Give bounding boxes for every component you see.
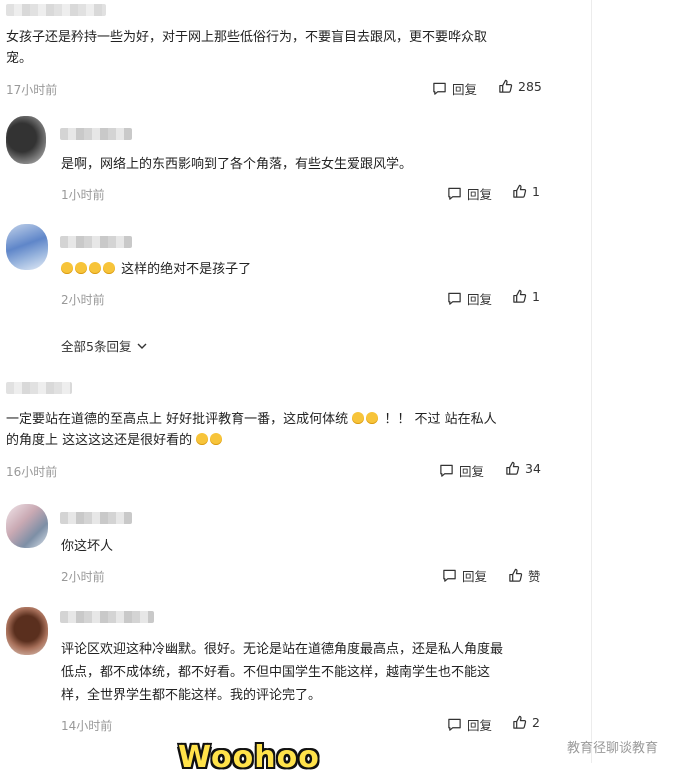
reply-label: 回复: [452, 82, 478, 97]
username-blurred: [60, 128, 132, 140]
emoji-icon: [352, 412, 365, 424]
reply-button[interactable]: 回复: [442, 566, 487, 585]
reply-label: 回复: [467, 718, 493, 733]
thumbs-up-icon: [513, 715, 527, 729]
comment-time: 17小时前: [6, 83, 58, 97]
emoji-icon: [210, 433, 223, 445]
comment-time: 2小时前: [61, 293, 105, 307]
reply-label: 回复: [467, 292, 493, 307]
comment-text-line: 评论区欢迎这种冷幽默。很好。无论是站在道德角度最高点，还是私人角度最: [61, 642, 504, 657]
comment-text-line: 一定要站在道德的至高点上 好好批评教育一番，这成何体统 ！！ 不过 站在私人: [6, 409, 497, 430]
comment-text: 这样的绝对不是孩子了: [121, 262, 252, 277]
avatar[interactable]: [6, 224, 48, 270]
comment-text-line: 是啊，网络上的东西影响到了各个角落，有些女生爱跟风学。: [61, 157, 413, 172]
like-button[interactable]: 2: [512, 715, 540, 730]
comment-text-line: 你这坏人: [61, 539, 114, 554]
column-divider: [591, 0, 592, 763]
comment-text-line: 样，全世界学生都不能这样。我的评论完了。: [61, 688, 322, 703]
thumbs-up-icon: [513, 289, 527, 303]
reply-button[interactable]: 回复: [447, 184, 492, 203]
like-count: 2: [532, 715, 540, 730]
username-blurred: [60, 236, 132, 248]
avatar[interactable]: [6, 504, 48, 548]
comment-icon: [448, 187, 461, 200]
expand-replies-label: 全部5条回复: [61, 339, 132, 354]
emoji-icon: [61, 262, 73, 274]
emoji-icon: [366, 412, 379, 424]
thumbs-up-icon: [513, 184, 527, 198]
chevron-down-icon: [137, 343, 147, 349]
comment-text-line: 女孩子还是矜持一些为好，对于网上那些低俗行为，不要盲目去跟风，更不要哗众取: [6, 30, 488, 45]
comment-text-line: 低点，都不成体统，都不好看。不但中国学生不能这样，越南学生也不能这: [61, 665, 491, 680]
comment-icon: [443, 569, 456, 582]
comment-text: ！！ 不过 站在私人: [384, 412, 497, 427]
like-count: 赞: [528, 569, 541, 584]
reply-button[interactable]: 回复: [447, 289, 492, 308]
watermark: 教育径聊谈教育: [567, 741, 659, 756]
reply-button[interactable]: 回复: [439, 461, 484, 480]
username-blurred: [6, 4, 106, 16]
expand-replies-button[interactable]: 全部5条回复: [61, 336, 149, 355]
reply-button[interactable]: 回复: [432, 79, 477, 98]
username-blurred: [60, 512, 132, 524]
avatar[interactable]: [6, 116, 46, 164]
comment-time: 2小时前: [61, 570, 105, 584]
emoji-icon: [75, 262, 87, 274]
like-count: 1: [532, 184, 540, 199]
emoji-icon: [89, 262, 101, 274]
like-count: 34: [525, 461, 541, 476]
comment-time: 1小时前: [61, 188, 105, 202]
comment-icon: [433, 82, 446, 95]
comment-text-line: 这样的绝对不是孩子了: [61, 259, 251, 280]
avatar[interactable]: [6, 607, 48, 655]
like-button[interactable]: 赞: [508, 566, 541, 585]
reply-button[interactable]: 回复: [447, 715, 492, 734]
reply-label: 回复: [462, 569, 488, 584]
username-blurred: [60, 611, 154, 623]
like-button[interactable]: 285: [498, 79, 542, 94]
video-caption: Woohoo: [178, 740, 320, 775]
comment-icon: [448, 292, 461, 305]
like-count: 1: [532, 289, 540, 304]
like-count: 285: [518, 79, 542, 94]
emoji-icon: [196, 433, 209, 445]
comment-text-line: 宠。: [6, 51, 33, 66]
comment-text-line: 的角度上 这这这这还是很好看的: [6, 430, 224, 451]
thumbs-up-icon: [499, 79, 513, 93]
thumbs-up-icon: [506, 461, 520, 475]
reply-label: 回复: [459, 464, 485, 479]
like-button[interactable]: 34: [505, 461, 541, 476]
thumbs-up-icon: [509, 568, 523, 582]
like-button[interactable]: 1: [512, 289, 540, 304]
comment-text: 一定要站在道德的至高点上 好好批评教育一番，这成何体统: [6, 412, 349, 427]
like-button[interactable]: 1: [512, 184, 540, 199]
emoji-icon: [103, 262, 115, 274]
reply-label: 回复: [467, 187, 493, 202]
comment-time: 14小时前: [61, 719, 113, 733]
comment-icon: [448, 718, 461, 731]
comment-icon: [440, 464, 453, 477]
comment-text: 的角度上 这这这这还是很好看的: [6, 433, 193, 448]
comment-time: 16小时前: [6, 465, 58, 479]
username-blurred: [6, 382, 72, 394]
